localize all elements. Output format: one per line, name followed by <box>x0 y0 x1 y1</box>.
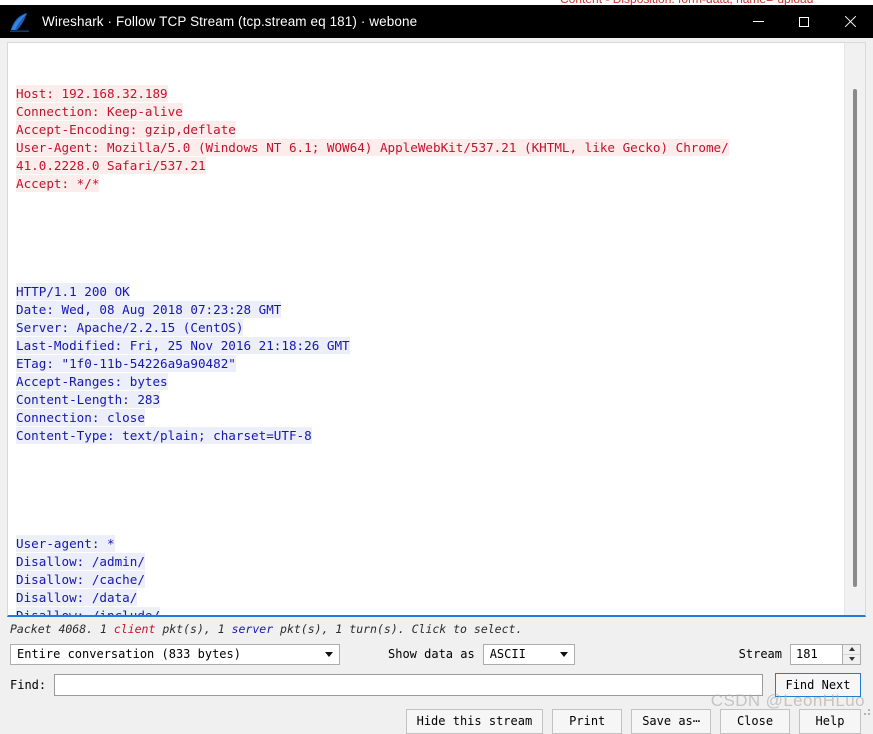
response-body-line: Disallow: /include/ <box>16 607 839 615</box>
stream-content-panel: Host: 192.168.32.189 Connection: Keep-ali… <box>7 42 866 617</box>
follow-tcp-stream-window: Wireshark · Follow TCP Stream (tcp.strea… <box>0 5 873 734</box>
title-bar: Wireshark · Follow TCP Stream (tcp.strea… <box>0 5 873 38</box>
chevron-down-icon <box>848 657 855 661</box>
response-line: Server: Apache/2.2.15 (CentOS) <box>16 319 839 337</box>
response-line-text: HTTP/1.1 200 OK <box>16 283 130 300</box>
response-line-text: ETag: "1f0-11b-54226a9a90482" <box>16 355 236 372</box>
request-segment: Host: 192.168.32.189 Connection: Keep-ali… <box>16 85 839 193</box>
request-line-text: User-Agent: Mozilla/5.0 (Windows NT 6.1;… <box>16 139 729 156</box>
request-line: Host: 192.168.32.189 <box>16 85 839 103</box>
request-line-text: Accept: */* <box>16 175 100 192</box>
response-line-text: Content-Length: 283 <box>16 391 161 408</box>
stream-stepper-up[interactable] <box>843 645 860 654</box>
response-line: Content-Length: 283 <box>16 391 839 409</box>
response-body-line-text: User-agent: * <box>16 535 115 552</box>
status-client-word: client <box>113 622 156 636</box>
stream-number-label: Stream <box>738 647 782 661</box>
show-data-as-select[interactable]: ASCII <box>482 643 575 665</box>
hide-this-stream-button[interactable]: Hide this stream <box>405 708 544 734</box>
chevron-down-icon <box>325 652 333 657</box>
response-line: Accept-Ranges: bytes <box>16 373 839 391</box>
stream-text-area[interactable]: Host: 192.168.32.189 Connection: Keep-ali… <box>8 43 843 615</box>
response-line: ETag: "1f0-11b-54226a9a90482" <box>16 355 839 373</box>
response-body-line: Disallow: /data/ <box>16 589 839 607</box>
request-line: Accept-Encoding: gzip,deflate <box>16 121 839 139</box>
minimize-button[interactable] <box>735 5 781 38</box>
request-line-text: Host: 192.168.32.189 <box>16 85 168 102</box>
show-data-as-value: ASCII <box>489 647 526 661</box>
wireshark-fin-icon <box>8 12 34 32</box>
response-body-line-text: Disallow: /cache/ <box>16 571 145 588</box>
response-line-text: Content-Type: text/plain; charset=UTF-8 <box>16 427 312 444</box>
chevron-up-icon <box>848 647 855 651</box>
save-as-button[interactable]: Save as⋯ <box>631 708 711 734</box>
status-prefix: Packet 4068. 1 <box>10 622 114 636</box>
find-row: Find: Find Next <box>10 673 861 697</box>
response-line-text: Server: Apache/2.2.15 (CentOS) <box>16 319 244 336</box>
status-suffix: pkt(s), 1 turn(s). Click to select. <box>273 622 523 636</box>
stream-stepper-buttons <box>842 644 860 664</box>
stream-number-value[interactable]: 181 <box>791 645 842 664</box>
close-button[interactable]: Close <box>720 708 790 734</box>
window-title: Wireshark · Follow TCP Stream (tcp.strea… <box>42 14 418 29</box>
response-body-line: Disallow: /admin/ <box>16 553 839 571</box>
response-line-text: Connection: close <box>16 409 145 426</box>
stream-controls-row: Entire conversation (833 bytes) Show dat… <box>10 642 861 666</box>
close-window-button[interactable] <box>827 5 873 38</box>
request-line: User-Agent: Mozilla/5.0 (Windows NT 6.1;… <box>16 139 839 157</box>
response-line: Connection: close <box>16 409 839 427</box>
window-controls <box>735 5 873 38</box>
stream-scrollbar-thumb[interactable] <box>853 89 857 587</box>
request-line-text: 41.0.2228.0 Safari/537.21 <box>16 157 206 174</box>
chevron-down-icon <box>559 652 568 657</box>
conversation-select[interactable]: Entire conversation (833 bytes) <box>10 643 340 665</box>
find-next-button[interactable]: Find Next <box>775 673 861 697</box>
response-line-text: Date: Wed, 08 Aug 2018 07:23:28 GMT <box>16 301 282 318</box>
window-content: Host: 192.168.32.189 Connection: Keep-ali… <box>0 38 873 734</box>
response-line: Date: Wed, 08 Aug 2018 07:23:28 GMT <box>16 301 839 319</box>
conversation-select-value: Entire conversation (833 bytes) <box>17 647 241 661</box>
response-body-line-text: Disallow: /admin/ <box>16 553 145 570</box>
response-body-segment: User-agent: * Disallow: /admin/Disallow: … <box>16 535 839 615</box>
request-line-text: Connection: Keep-alive <box>16 103 183 120</box>
request-line: 41.0.2228.0 Safari/537.21 <box>16 157 839 175</box>
find-input[interactable] <box>54 674 763 696</box>
response-line: HTTP/1.1 200 OK <box>16 283 839 301</box>
response-segment: HTTP/1.1 200 OK Date: Wed, 08 Aug 2018 07… <box>16 283 839 445</box>
show-data-as-label: Show data as <box>388 647 475 661</box>
resize-grip[interactable] <box>860 705 870 715</box>
help-button[interactable]: Help <box>799 708 861 734</box>
response-body-line: Disallow: /cache/ <box>16 571 839 589</box>
response-line: Content-Type: text/plain; charset=UTF-8 <box>16 427 839 445</box>
stream-scrollbar[interactable] <box>844 43 865 615</box>
status-server-word: server <box>231 622 274 636</box>
maximize-icon <box>799 16 809 27</box>
find-label: Find: <box>10 678 47 692</box>
stream-number-stepper[interactable]: 181 <box>790 643 861 665</box>
response-body-line: User-agent: * <box>16 535 839 553</box>
response-line-text: Last-Modified: Fri, 25 Nov 2016 21:18:26… <box>16 337 350 354</box>
packet-status-line: Packet 4068. 1 client pkt(s), 1 server p… <box>10 622 873 636</box>
maximize-button[interactable] <box>781 5 827 38</box>
request-line: Accept: */* <box>16 175 839 193</box>
status-middle: pkt(s), 1 <box>155 622 232 636</box>
print-button[interactable]: Print <box>552 708 623 734</box>
response-line: Last-Modified: Fri, 25 Nov 2016 21:18:26… <box>16 337 839 355</box>
minimize-icon <box>752 21 764 22</box>
response-body-line-text: Disallow: /include/ <box>16 607 161 615</box>
request-line-text: Accept-Encoding: gzip,deflate <box>16 121 236 138</box>
response-line-text: Accept-Ranges: bytes <box>16 373 168 390</box>
close-icon <box>844 15 857 28</box>
dialog-button-row: Hide this stream Print Save as⋯ Close He… <box>10 708 861 734</box>
response-body-line-text: Disallow: /data/ <box>16 589 138 606</box>
stream-stepper-down[interactable] <box>843 653 860 664</box>
request-line: Connection: Keep-alive <box>16 103 839 121</box>
